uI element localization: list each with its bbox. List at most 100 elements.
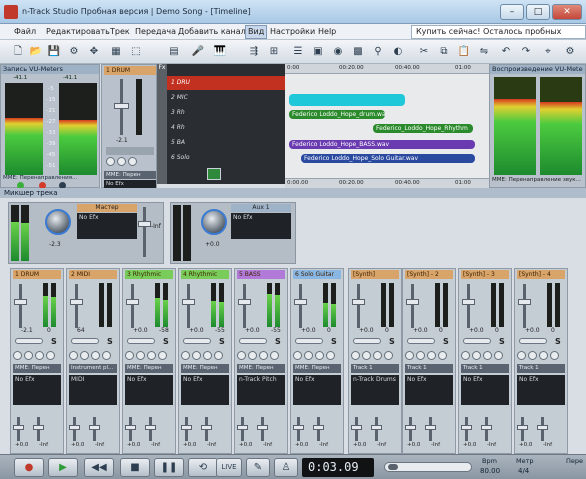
menu-help[interactable]: Help bbox=[318, 27, 336, 36]
plugin-icon[interactable]: ⊞ bbox=[266, 44, 282, 60]
live-button[interactable]: LIVE bbox=[216, 458, 242, 477]
track-row[interactable]: 1 DRU bbox=[167, 76, 285, 90]
pause-button[interactable]: ❚❚ bbox=[154, 458, 184, 477]
strip-efx[interactable]: No Efx bbox=[13, 375, 61, 405]
timeline-ruler[interactable]: 0:00 00:20.00 00:40.00 01:00 bbox=[285, 64, 489, 74]
strip-io[interactable]: MME: Перен bbox=[293, 364, 341, 373]
strip-fader[interactable] bbox=[518, 299, 531, 305]
disc-icon[interactable]: ◐ bbox=[390, 44, 406, 60]
audio-clip[interactable]: Federico Loddo_Hope_BASS.wav bbox=[289, 140, 475, 149]
menu-transport[interactable]: Передача bbox=[135, 27, 176, 36]
aux-send-fader[interactable] bbox=[145, 425, 156, 430]
strip-io[interactable]: Track 1 bbox=[405, 364, 453, 373]
strip-efx[interactable]: MIDI bbox=[69, 375, 117, 405]
bpm-value[interactable]: 80.00 bbox=[480, 467, 500, 475]
record-button[interactable]: ● bbox=[14, 458, 44, 477]
menu-file[interactable]: Файл bbox=[14, 27, 36, 36]
move-icon[interactable]: ✥ bbox=[86, 44, 102, 60]
aux-send-fader[interactable] bbox=[237, 425, 248, 430]
aux-send-fader[interactable] bbox=[13, 425, 24, 430]
strip-io[interactable]: Instrument pl... bbox=[69, 364, 117, 373]
track-row[interactable]: 4 Rh bbox=[167, 121, 285, 135]
strip-fader[interactable] bbox=[294, 299, 307, 305]
solo-button[interactable]: S bbox=[331, 337, 337, 346]
record-red-icon[interactable]: ◉ bbox=[330, 44, 346, 60]
aux-send-fader[interactable] bbox=[405, 425, 416, 430]
strip-knobs[interactable] bbox=[517, 351, 567, 360]
track-row[interactable]: 2 MIC bbox=[167, 91, 285, 105]
track-row[interactable]: 5 BA bbox=[167, 136, 285, 150]
strip-pan[interactable]: S bbox=[183, 337, 227, 347]
strip-fader[interactable] bbox=[70, 299, 83, 305]
strip-pan[interactable]: S bbox=[519, 337, 563, 347]
audio-clip[interactable]: Federico Loddo_Hope_Solo Guitar.wav bbox=[301, 154, 475, 163]
aux-send-fader[interactable] bbox=[257, 425, 268, 430]
cut-icon[interactable]: ✂ bbox=[416, 44, 432, 60]
solo-button[interactable]: S bbox=[275, 337, 281, 346]
master-volume-knob[interactable] bbox=[45, 209, 71, 235]
strip-knobs[interactable] bbox=[13, 351, 63, 360]
strip-efx[interactable]: n-Track Drums bbox=[351, 375, 399, 405]
microphone-icon[interactable]: 🎤 bbox=[190, 44, 206, 60]
split-icon[interactable]: ⇋ bbox=[476, 44, 492, 60]
strip-io[interactable]: MME: Перен bbox=[237, 364, 285, 373]
strip-io[interactable]: Track 1 bbox=[517, 364, 565, 373]
strip-efx[interactable]: No Efx bbox=[125, 375, 173, 405]
audio-clip[interactable]: Federico Loddo_Hope_drum.wav bbox=[289, 110, 385, 119]
master-fader[interactable] bbox=[138, 221, 151, 227]
loop-button[interactable]: ⟲ bbox=[188, 458, 218, 477]
strip-io[interactable]: Track 1 bbox=[351, 364, 399, 373]
redo-icon[interactable]: ↷ bbox=[518, 44, 534, 60]
solo-button[interactable]: S bbox=[163, 337, 169, 346]
pencil-icon[interactable]: ✎ bbox=[246, 458, 270, 477]
close-button[interactable]: ✕ bbox=[552, 4, 582, 20]
strip-pan[interactable]: S bbox=[71, 337, 115, 347]
position-slider-thumb[interactable] bbox=[388, 464, 398, 470]
strip-pan[interactable]: S bbox=[295, 337, 339, 347]
aux-send-fader[interactable] bbox=[181, 425, 192, 430]
strip-io[interactable]: MME: Перен bbox=[13, 364, 61, 373]
buy-now-banner[interactable]: Купить сейчас! Осталось пробных дней: 10 bbox=[411, 25, 586, 48]
timeline[interactable]: 0:00 00:20.00 00:40.00 01:00 Federico Lo… bbox=[285, 64, 489, 188]
meter-value[interactable]: 4/4 bbox=[518, 467, 529, 475]
selection-icon[interactable]: ⬚ bbox=[128, 44, 144, 60]
menu-edit[interactable]: Редактировать bbox=[46, 27, 110, 36]
strip-knobs[interactable] bbox=[237, 351, 287, 360]
aux-send-fader[interactable] bbox=[425, 425, 436, 430]
maximize-button[interactable]: □ bbox=[526, 4, 550, 20]
open-folder-icon[interactable]: 📂 bbox=[28, 44, 44, 60]
strip-fader[interactable] bbox=[406, 299, 419, 305]
aux-send-fader[interactable] bbox=[481, 425, 492, 430]
mixer-view-icon[interactable]: ▤ bbox=[166, 44, 182, 60]
tool-icon[interactable]: ⚙ bbox=[66, 44, 82, 60]
strip-knobs[interactable] bbox=[461, 351, 511, 360]
menu-add-channel[interactable]: Добавить канал bbox=[178, 27, 246, 36]
minimize-button[interactable]: – bbox=[500, 4, 524, 20]
solo-button[interactable]: S bbox=[555, 337, 561, 346]
strip-fader[interactable] bbox=[14, 299, 27, 305]
menu-track[interactable]: Трек bbox=[110, 27, 130, 36]
strip-knobs[interactable] bbox=[405, 351, 455, 360]
solo-button[interactable]: S bbox=[219, 337, 225, 346]
strip-pan[interactable]: S bbox=[15, 337, 59, 347]
strip-pan[interactable]: S bbox=[127, 337, 171, 347]
audio-clip[interactable] bbox=[289, 94, 405, 106]
solo-button[interactable]: S bbox=[499, 337, 505, 346]
strip-efx[interactable]: No Efx bbox=[293, 375, 341, 405]
strip-fader[interactable] bbox=[462, 299, 475, 305]
aux-send-fader[interactable] bbox=[69, 425, 80, 430]
channel-fader[interactable] bbox=[114, 103, 129, 109]
channel-efx[interactable]: No Efx bbox=[104, 180, 156, 188]
strip-knobs[interactable] bbox=[69, 351, 119, 360]
strip-pan[interactable]: S bbox=[463, 337, 507, 347]
metronome-icon[interactable]: ♙ bbox=[274, 458, 298, 477]
tuner-icon[interactable]: ⚲ bbox=[370, 44, 386, 60]
aux-send-fader[interactable] bbox=[293, 425, 304, 430]
settings-icon[interactable]: ⚙ bbox=[562, 44, 578, 60]
track-row[interactable]: 6 Solo bbox=[167, 151, 285, 165]
magnet-icon[interactable]: ⌖ bbox=[540, 44, 556, 60]
strip-io[interactable]: MME: Перен bbox=[125, 364, 173, 373]
aux-send-fader[interactable] bbox=[89, 425, 100, 430]
strip-fader[interactable] bbox=[352, 299, 365, 305]
record-view-icon[interactable]: ▣ bbox=[310, 44, 326, 60]
